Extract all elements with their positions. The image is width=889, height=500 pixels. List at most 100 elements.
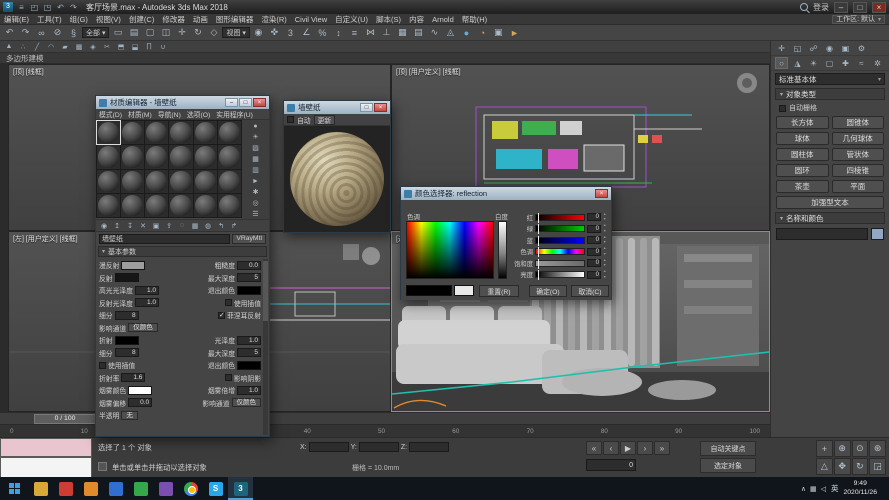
param-checkbox[interactable] [218,311,226,319]
spin-down-icon[interactable]: ▼ [603,263,609,268]
primitive-button[interactable]: 圆环 [776,164,829,177]
close-button[interactable]: × [253,98,266,107]
taskbar-app-4[interactable] [103,477,128,500]
menu-item[interactable]: 帮助(H) [458,14,491,25]
primitive-button[interactable]: 几何球体 [831,132,884,145]
time-slider-handle[interactable]: 0 / 100 [34,413,96,424]
taskbar-app-skype[interactable]: S [203,477,228,500]
layer-manager-icon[interactable]: ▤ [411,26,426,40]
reset-map-icon[interactable]: ✕ [137,221,149,231]
spin-down-icon[interactable]: ▼ [603,252,609,257]
color-selector-titlebar[interactable]: 颜色选择器: reflection × [401,187,611,200]
param-spinner[interactable]: 5 [237,348,261,358]
channel-slider[interactable] [535,247,585,257]
sample-preview-titlebar[interactable]: 墙壁纸 □ × [284,101,390,114]
create-tab[interactable]: ✛ [775,42,788,54]
z-coordinate-field[interactable] [409,442,450,452]
polygon-modeling-icon[interactable]: ▲ [3,42,15,52]
selected-objects-dropdown[interactable]: 选定对象 [700,458,756,473]
menu-item[interactable]: 工具(T) [33,14,66,25]
material-sample-slot[interactable] [193,193,217,217]
display-tab[interactable]: ▣ [839,42,852,54]
material-sample-slot[interactable] [193,145,217,169]
modify-tab[interactable]: ◱ [791,42,804,54]
menu-item[interactable]: 编辑(E) [0,14,33,25]
redo-icon[interactable]: ↷ [68,2,79,13]
orbit-icon[interactable]: ↻ [851,458,869,475]
bridge-icon[interactable]: ∏ [143,42,155,52]
hierarchy-tab[interactable]: ☍ [807,42,820,54]
tray-expand-icon[interactable]: ∧ [801,485,806,493]
spinner-arrows[interactable]: ▲ ▼ [603,258,609,268]
edge-mode-icon[interactable]: ╱ [31,42,43,52]
object-name-field[interactable] [776,228,868,240]
primitive-button[interactable]: 管状体 [831,148,884,161]
taskbar-app-chrome[interactable] [178,477,203,500]
channel-slider[interactable] [535,258,585,269]
close-button[interactable]: × [872,1,886,13]
cut-icon[interactable]: ✂ [101,42,113,52]
minimize-button[interactable]: – [225,98,238,107]
channel-value[interactable]: 0 [587,259,601,267]
systems-subtab[interactable]: ✲ [871,57,884,69]
spinner-arrows[interactable]: ▲ ▼ [603,212,609,222]
make-copy-icon[interactable]: ▣ [150,221,162,231]
material-sample-slot[interactable] [97,169,121,193]
spin-up-icon[interactable]: ▲ [603,235,609,240]
input-language-indicator[interactable]: 英 [831,483,839,494]
material-editor-titlebar[interactable]: 材质编辑器 - 墙壁纸 – □ × [96,96,269,109]
zoom-extents-all-icon[interactable]: ⊛ [869,440,886,457]
menu-item[interactable]: Arnold [428,15,458,24]
menu-item[interactable]: Civil View [291,15,331,24]
taskbar-app-3[interactable] [78,477,103,500]
spinner-arrows[interactable]: ▲ ▼ [603,223,609,234]
rollout-basic-parameters[interactable]: ▾ 基本参数 [98,246,267,257]
spinner-snap-icon[interactable]: ↕ [331,26,346,40]
maximize-button[interactable]: □ [853,1,867,13]
app-menu-icon[interactable]: ≡ [16,2,27,13]
material-sample-slot[interactable] [145,169,169,193]
angle-snap-icon[interactable]: ∠ [299,26,314,40]
menu-item[interactable]: 动画 [189,14,212,25]
material-sample-slot[interactable] [121,169,145,193]
update-button[interactable]: 更新 [313,114,336,125]
swift-loop-icon[interactable]: ◈ [87,42,99,52]
channel-value[interactable]: 0 [587,224,601,233]
menu-item[interactable]: 内容 [405,14,428,25]
primitive-button[interactable]: 圆柱体 [776,148,829,161]
select-rotate-icon[interactable]: ↻ [190,26,205,40]
menu-item[interactable]: 脚本(S) [372,14,405,25]
param-spinner[interactable]: 0.0 [237,260,261,270]
menu-item[interactable]: 选项(O) [184,109,213,119]
element-mode-icon[interactable]: ▩ [73,42,85,52]
save-file-icon[interactable]: ◳ [42,2,53,13]
menu-item[interactable]: 自定义(U) [331,14,372,25]
spin-down-icon[interactable]: ▼ [603,229,609,234]
param-spinner[interactable]: 8 [114,348,139,358]
cameras-subtab[interactable]: ▢ [823,57,836,69]
material-sample-slot[interactable] [145,145,169,169]
channel-slider[interactable] [535,235,585,246]
primitive-button[interactable]: 平面 [831,180,884,193]
taskbar-app-2[interactable] [53,477,78,500]
cancel-button[interactable]: 取消(C) [571,285,609,297]
object-color-swatch[interactable] [871,228,884,240]
weld-icon[interactable]: ∪ [157,42,169,52]
video-color-check-icon[interactable]: ▥ [250,165,262,175]
spinner-arrows[interactable]: ▲ ▼ [603,269,609,279]
maxscript-mini-listener[interactable] [0,457,92,478]
param-spinner[interactable]: 8 [114,310,139,320]
autogrid-checkbox[interactable] [779,104,786,112]
schematic-view-icon[interactable]: ◬ [443,26,458,40]
previous-frame-button[interactable]: ‹ [603,441,619,455]
material-sample-slot[interactable] [169,145,193,169]
select-manipulate-icon[interactable]: ✜ [267,26,282,40]
param-button[interactable]: 仅颜色 [231,398,261,408]
undo-icon[interactable]: ↶ [55,2,66,13]
geometry-subtab[interactable]: ○ [775,57,788,69]
hue-saturation-picker[interactable] [406,221,494,279]
param-checkbox[interactable] [99,361,106,369]
window-crossing-icon[interactable]: ◫ [158,26,173,40]
vertex-mode-icon[interactable]: ∴ [17,42,29,52]
backlight-icon[interactable]: ☀ [250,132,262,142]
